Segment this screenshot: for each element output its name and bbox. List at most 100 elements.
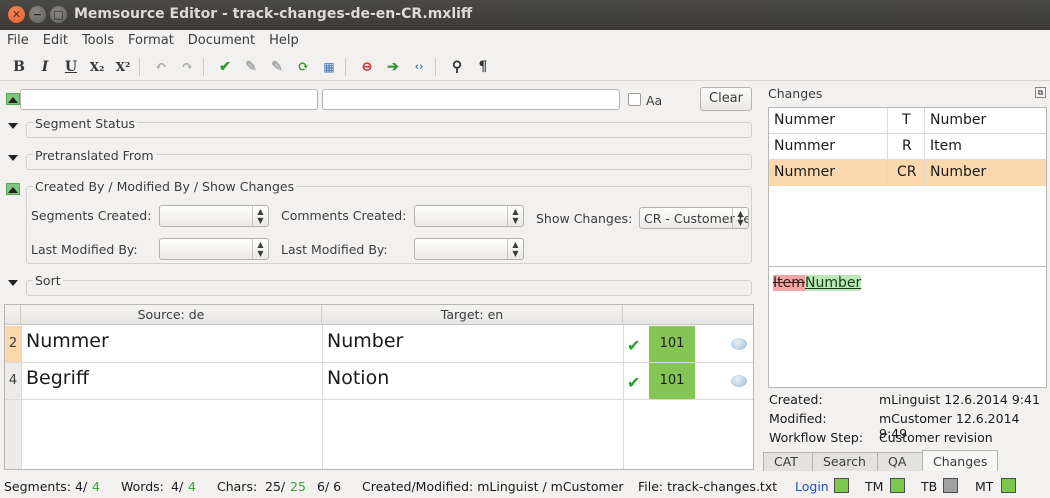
segments-confirmed: 4 (92, 479, 100, 494)
match-case-checkbox[interactable] (628, 93, 641, 106)
pretranslated-title: Pretranslated From (33, 148, 156, 163)
italic-button[interactable]: I (32, 55, 58, 79)
tab-qa[interactable]: QA (877, 452, 923, 471)
redo-icon[interactable]: ↷ (174, 55, 200, 79)
chars-count: 25/ (265, 479, 286, 494)
segments-count: 4/ (75, 479, 88, 494)
clear-button[interactable]: Clear (700, 87, 752, 111)
table-row[interactable]: 2 Nummer Number ✔ 101 (5, 326, 753, 363)
tab-search[interactable]: Search (812, 452, 878, 471)
bold-button[interactable]: B (6, 55, 32, 79)
source-filter-input[interactable] (20, 89, 318, 110)
expand-sort-icon[interactable] (6, 277, 20, 289)
last-modified-select-2[interactable]: ▲ ▼ (414, 238, 524, 260)
undo-icon[interactable]: ↶ (148, 55, 174, 79)
table-row-selected[interactable]: Nummer CR Number (769, 160, 1046, 186)
changes-panel-title: Changes (768, 86, 823, 101)
menu-document[interactable]: Document (181, 30, 262, 52)
lock-icon[interactable]: ✎ (238, 55, 264, 79)
tb-label: TB (921, 479, 938, 494)
created-value: mLinguist 12.6.2014 9:41 (879, 392, 1040, 407)
change-type: CR (897, 164, 917, 180)
confirm-icon[interactable]: ✔ (212, 55, 238, 79)
segments-created-select[interactable]: ▲ ▼ (159, 205, 269, 227)
tab-changes[interactable]: Changes (922, 450, 998, 471)
grid-line (924, 108, 925, 186)
minimize-icon[interactable]: − (29, 6, 46, 23)
tab-cat[interactable]: CAT (763, 452, 813, 471)
table-row[interactable]: Nummer R Item (769, 134, 1046, 160)
unlock-icon[interactable]: ✎ (264, 55, 290, 79)
last-modified-label: Last Modified By: (31, 242, 138, 257)
login-link[interactable]: Login (795, 479, 829, 494)
target-filter-input[interactable] (322, 89, 620, 110)
show-changes-label: Show Changes: (536, 211, 633, 226)
deleted-text: Item (773, 275, 805, 291)
segment-grid: Source: de Target: en 2 Nummer Number ✔ … (4, 304, 754, 470)
binoculars-icon[interactable]: ⚲ (444, 55, 470, 79)
target-header[interactable]: Target: en (322, 305, 623, 325)
pilcrow-icon[interactable]: ¶ (470, 55, 496, 79)
status-bar: Segments: 4/ 4 Words: 4/ 4 Chars: 25/ 25… (0, 476, 1050, 498)
menu-help[interactable]: Help (262, 30, 306, 52)
mt-indicator (1001, 478, 1016, 493)
row-number: 4 (5, 363, 21, 399)
menu-tools[interactable]: Tools (75, 30, 121, 52)
toolbar-separator (139, 57, 145, 76)
collapse-created-by-icon[interactable] (6, 183, 20, 195)
row-number-empty (5, 400, 21, 469)
maximize-icon[interactable]: □ (50, 6, 67, 23)
target-cell[interactable]: Number (327, 330, 403, 352)
arrow-right-icon[interactable]: ➔ (380, 55, 406, 79)
tags-icon[interactable]: ‹› (406, 55, 432, 79)
grid-header-extra (623, 305, 753, 325)
refresh-icon[interactable]: ⟳ (290, 55, 316, 79)
match-case-label: Aa (646, 93, 663, 108)
comments-created-select[interactable]: ▲ ▼ (414, 205, 524, 227)
expand-segment-status-icon[interactable] (6, 120, 20, 132)
segments-label: Segments: (4, 479, 71, 494)
insert-icon[interactable]: ▦ (316, 55, 342, 79)
workflow-label: Workflow Step: (769, 430, 864, 445)
panel-tabs: CAT Search QA Changes (763, 450, 998, 472)
underline-button[interactable]: U (58, 55, 84, 79)
expand-pretranslated-icon[interactable] (6, 152, 20, 164)
source-header[interactable]: Source: de (21, 305, 322, 325)
chars-label: Chars: (217, 479, 258, 494)
menu-edit[interactable]: Edit (36, 30, 75, 52)
menu-format[interactable]: Format (121, 30, 181, 52)
subscript-button[interactable]: X₂ (84, 55, 110, 79)
source-cell[interactable]: Begriff (26, 367, 89, 389)
comment-icon[interactable] (731, 338, 747, 350)
undock-icon[interactable]: ⧉ (1035, 87, 1046, 98)
login-indicator (834, 478, 849, 493)
collapse-filter-icon[interactable] (6, 93, 20, 105)
grid-line (887, 108, 888, 186)
last-modified-select-1[interactable]: ▲ ▼ (159, 238, 269, 260)
table-row[interactable]: Nummer T Number (769, 108, 1046, 134)
change-diff-view[interactable]: Item Number (768, 266, 1047, 388)
words-confirmed: 4 (188, 479, 196, 494)
modified-label: Modified: (769, 411, 827, 426)
toolbar-separator (435, 57, 441, 76)
change-source: Nummer (774, 164, 835, 180)
tb-indicator (943, 478, 958, 493)
comment-icon[interactable] (731, 375, 747, 387)
stop-icon[interactable]: ⊖ (354, 55, 380, 79)
table-row[interactable]: 4 Begriff Notion ✔ 101 (5, 363, 753, 400)
change-type: R (902, 138, 912, 154)
toolbar: B I U X₂ X² ↶ ↷ ✔ ✎ ✎ ⟳ ▦ ⊖ ➔ ‹› ⚲ ¶ (0, 53, 1050, 81)
close-icon[interactable]: ✕ (8, 6, 25, 23)
row-number: 2 (5, 326, 21, 362)
confirmed-icon: ✔ (627, 336, 641, 355)
target-cell[interactable]: Notion (327, 367, 389, 389)
change-source: Nummer (774, 138, 835, 154)
created-modified: Created/Modified: mLinguist / mCustomer (362, 479, 624, 494)
change-target: Item (930, 138, 962, 154)
superscript-button[interactable]: X² (110, 55, 136, 79)
show-changes-select[interactable]: CR - Customer revision▲▼ (639, 207, 749, 229)
menu-file[interactable]: File (0, 30, 36, 52)
tm-indicator (890, 478, 905, 493)
source-cell[interactable]: Nummer (26, 330, 109, 352)
title-bar: ✕ − □ Memsource Editor - track-changes-d… (0, 0, 1050, 30)
